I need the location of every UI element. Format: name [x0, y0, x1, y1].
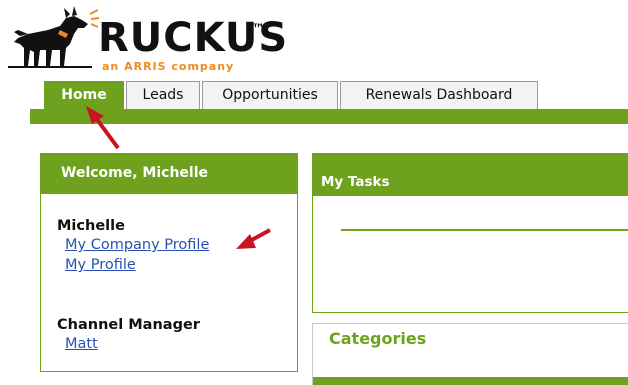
welcome-panel: Welcome, Michelle Michelle My Company Pr… [40, 153, 298, 372]
my-tasks-title: My Tasks [313, 154, 628, 196]
channel-manager-label: Channel Manager [57, 317, 200, 333]
tab-underline-bar [30, 109, 628, 124]
channel-manager-link[interactable]: Matt [65, 336, 98, 352]
tab-opportunities[interactable]: Opportunities [202, 81, 338, 109]
my-profile-link[interactable]: My Profile [65, 257, 136, 273]
brand-subtitle: an ARRIS company [102, 60, 235, 73]
tab-leads[interactable]: Leads [126, 81, 200, 109]
welcome-title: Welcome, Michelle [41, 154, 297, 194]
dog-logo-icon [8, 6, 100, 68]
my-company-profile-link[interactable]: My Company Profile [65, 237, 209, 253]
ruckus-logo: RUCKUS ™ an ARRIS company [0, 0, 287, 80]
tab-renewals-dashboard[interactable]: Renewals Dashboard [340, 81, 538, 109]
categories-header-bar [313, 377, 628, 385]
categories-title: Categories [329, 329, 427, 348]
categories-panel: Categories [312, 323, 628, 385]
my-tasks-panel: My Tasks [312, 153, 628, 313]
trademark-symbol: ™ [252, 22, 265, 37]
tab-home[interactable]: Home [44, 81, 124, 109]
tasks-divider [341, 229, 628, 231]
user-name: Michelle [57, 218, 125, 234]
